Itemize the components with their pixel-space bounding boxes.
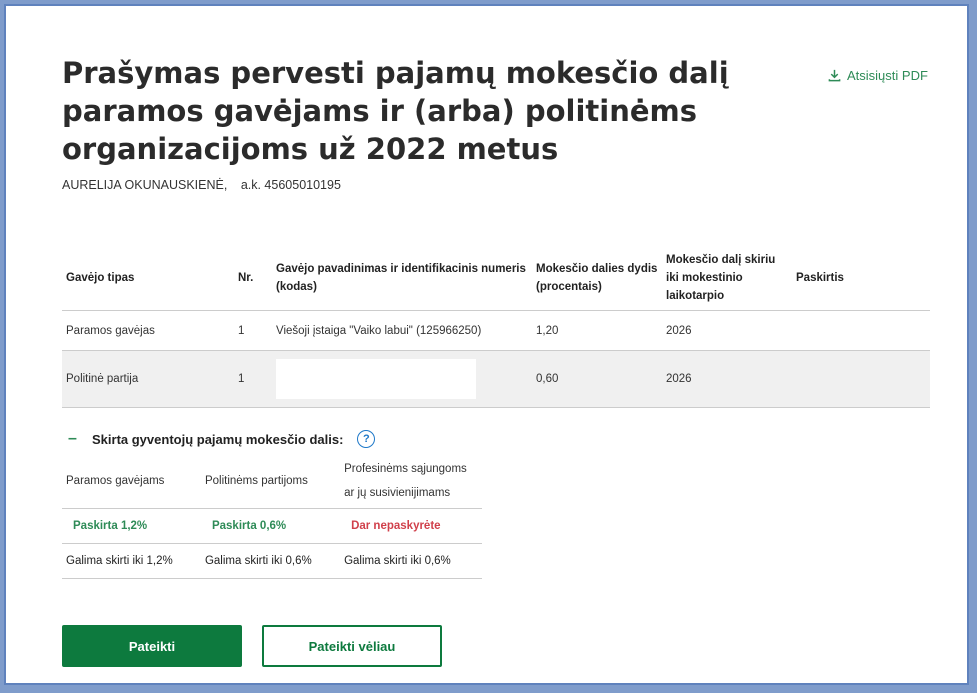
- cell-size: 0,60: [532, 350, 662, 408]
- summary-status-row: Paskirta 1,2% Paskirta 0,6% Dar nepaskyr…: [62, 508, 482, 544]
- col-header-name: Gavėjo pavadinimas ir identifikacinis nu…: [272, 246, 532, 311]
- limit-parties: Galima skirti iki 0,6%: [200, 543, 341, 579]
- applicant-name: AURELIJA OKUNAUSKIENĖ,: [62, 178, 228, 192]
- table-header-row: Gavėjo tipas Nr. Gavėjo pavadinimas ir i…: [62, 246, 930, 311]
- cell-size: 1,20: [532, 310, 662, 351]
- summary-title: Skirta gyventojų pajamų mokesčio dalis:: [92, 431, 344, 447]
- status-support: Paskirta 1,2%: [62, 508, 201, 544]
- cell-nr: 1: [234, 310, 272, 351]
- cell-name: Viešoji įstaiga "Vaiko labui" (125966250…: [272, 310, 532, 351]
- summary-col-parties: Politinėms partijoms: [200, 453, 341, 509]
- page-title: Prašymas pervesti pajamų mokesčio dalį p…: [62, 56, 729, 166]
- download-pdf-label: Atsisiųsti PDF: [847, 68, 928, 83]
- col-header-nr: Nr.: [234, 246, 272, 311]
- submit-later-button[interactable]: Pateikti vėliau: [262, 625, 442, 667]
- table-row: Politinė partija 1 0,60 2026: [62, 350, 930, 408]
- col-header-size: Mokesčio dalies dydis (procentais): [532, 246, 662, 311]
- cell-purpose: [792, 310, 930, 351]
- help-icon[interactable]: ?: [357, 430, 376, 448]
- summary-table: Paramos gavėjams Politinėms partijoms Pr…: [62, 453, 482, 579]
- table-row: Paramos gavėjas 1 Viešoji įstaiga "Vaiko…: [62, 310, 930, 351]
- cell-nr: 1: [234, 350, 272, 408]
- download-icon: [828, 69, 841, 82]
- status-parties: Paskirta 0,6%: [200, 508, 341, 544]
- cell-purpose: [792, 350, 930, 408]
- page-frame: Prašymas pervesti pajamų mokesčio dalį p…: [4, 4, 969, 685]
- submit-button[interactable]: Pateikti: [62, 625, 242, 667]
- cell-period: 2026: [662, 310, 792, 351]
- cell-name: [272, 350, 532, 408]
- limit-support: Galima skirti iki 1,2%: [62, 543, 201, 579]
- col-header-purpose: Paskirtis: [792, 246, 930, 311]
- summary-header-row: Paramos gavėjams Politinėms partijoms Pr…: [62, 453, 482, 509]
- summary-header: – Skirta gyventojų pajamų mokesčio dalis…: [68, 430, 376, 448]
- applicant-info: AURELIJA OKUNAUSKIENĖ, a.k. 45605010195: [62, 178, 341, 192]
- cell-type: Politinė partija: [62, 350, 234, 408]
- redacted-block: [276, 359, 476, 399]
- summary-col-unions: Profesinėms sąjungoms ar jų susivienijim…: [340, 453, 482, 509]
- cell-type: Paramos gavėjas: [62, 310, 234, 351]
- applicant-code: a.k. 45605010195: [240, 178, 341, 192]
- summary-limit-row: Galima skirti iki 1,2% Galima skirti iki…: [62, 543, 482, 579]
- col-header-type: Gavėjo tipas: [62, 246, 234, 311]
- collapse-toggle[interactable]: –: [68, 430, 82, 448]
- limit-unions: Galima skirti iki 0,6%: [340, 543, 482, 579]
- col-header-period: Mokesčio dalį skiriu iki mokestinio laik…: [662, 246, 792, 311]
- cell-period: 2026: [662, 350, 792, 408]
- download-pdf-link[interactable]: Atsisiųsti PDF: [828, 68, 928, 83]
- status-unions: Dar nepaskyrėte: [340, 508, 482, 544]
- recipients-table: Gavėjo tipas Nr. Gavėjo pavadinimas ir i…: [62, 246, 930, 408]
- summary-col-support: Paramos gavėjams: [62, 453, 201, 509]
